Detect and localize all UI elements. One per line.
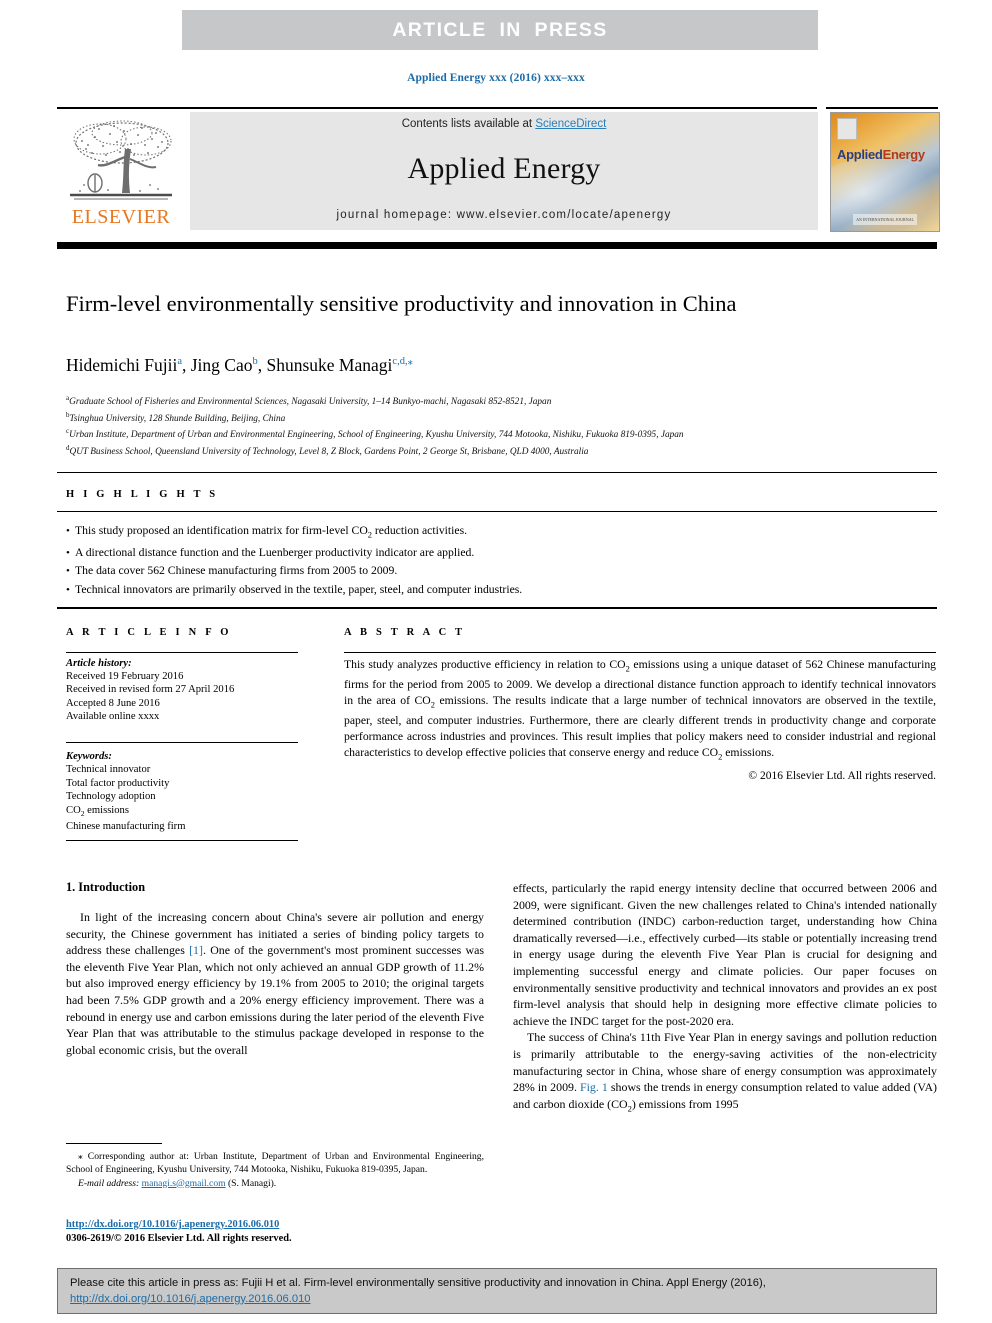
contents-lists-line: Contents lists available at ScienceDirec… bbox=[190, 118, 818, 130]
keywords-heading: Keywords: bbox=[66, 751, 112, 762]
intro-paragraph-left: In light of the increasing concern about… bbox=[66, 909, 484, 1058]
keywords-block: Keywords: Technical innovator Total fact… bbox=[66, 750, 306, 834]
journal-homepage-line[interactable]: journal homepage: www.elsevier.com/locat… bbox=[190, 209, 818, 221]
issn-copyright-line: 0306-2619/© 2016 Elsevier Ltd. All right… bbox=[66, 1233, 292, 1244]
author-name-2: Jing Cao bbox=[190, 355, 253, 375]
bullet-icon: • bbox=[66, 525, 70, 537]
highlight-item: • Technical innovators are primarily obse… bbox=[66, 581, 926, 600]
bullet-icon: • bbox=[66, 565, 70, 578]
article-history-item: Received in revised form 27 April 2016 bbox=[66, 684, 235, 696]
highlights-top-rule bbox=[57, 472, 937, 473]
sciencedirect-link[interactable]: ScienceDirect bbox=[535, 118, 606, 130]
bullet-icon: • bbox=[66, 583, 70, 596]
footnote-block: ⁎ Corresponding author at: Urban Institu… bbox=[66, 1150, 484, 1190]
author-sep-1: , bbox=[182, 355, 191, 375]
affiliation-text-a: Graduate School of Fisheries and Environ… bbox=[69, 397, 552, 408]
abstract-heading: A B S T R A C T bbox=[344, 627, 466, 638]
highlight-text: The data cover 562 Chinese manufacturing… bbox=[75, 564, 398, 578]
citation-footer-box: Please cite this article in press as: Fu… bbox=[57, 1268, 937, 1314]
keyword-item: Total factor productivity bbox=[66, 777, 170, 789]
footnote-marker-icon: ⁎ bbox=[78, 1151, 83, 1162]
keyword-item: Technology adoption bbox=[66, 791, 156, 803]
affiliation-d: dQUT Business School, Queensland Univers… bbox=[66, 442, 936, 459]
highlights-list: • This study proposed an identification m… bbox=[66, 522, 926, 599]
email-link[interactable]: managi.s@gmail.com bbox=[142, 1178, 226, 1189]
corresponding-author-note: ⁎ Corresponding author at: Urban Institu… bbox=[66, 1150, 484, 1177]
masthead-thick-rule bbox=[57, 242, 937, 249]
masthead-rule-right bbox=[826, 107, 938, 109]
cover-footer-text: AN INTERNATIONAL JOURNAL bbox=[853, 214, 917, 225]
author-name-3: Shunsuke Managi bbox=[266, 355, 393, 375]
bullet-icon: • bbox=[66, 546, 70, 559]
cover-title-applied: Applied bbox=[837, 147, 883, 162]
article-in-press-banner: ARTICLE IN PRESS bbox=[182, 10, 818, 50]
cover-title: AppliedEnergy bbox=[837, 147, 925, 162]
article-history-item: Accepted 8 June 2016 bbox=[66, 697, 160, 709]
affiliation-text-d: QUT Business School, Queensland Universi… bbox=[69, 447, 589, 458]
article-info-heading: A R T I C L E I N F O bbox=[66, 627, 232, 638]
masthead-rule-left bbox=[57, 107, 817, 109]
highlights-bottom-rule bbox=[57, 607, 937, 609]
corresponding-author-text: Corresponding author at: Urban Institute… bbox=[66, 1151, 485, 1176]
author-affil-mark-3: c,d,⁎ bbox=[392, 356, 413, 368]
article-history-item: Received 19 February 2016 bbox=[66, 671, 184, 683]
intro-paragraph-right-1-text: effects, particularly the rapid energy i… bbox=[513, 881, 937, 1028]
journal-cover-thumbnail: AppliedEnergy AN INTERNATIONAL JOURNAL bbox=[830, 112, 940, 232]
intro-paragraph-left-text: In light of the increasing concern about… bbox=[66, 910, 484, 1057]
highlight-text: A directional distance function and the … bbox=[75, 545, 475, 559]
affiliation-list: aGraduate School of Fisheries and Enviro… bbox=[66, 392, 936, 459]
keyword-item: Technical innovator bbox=[66, 764, 151, 776]
affiliation-text-b: Tsinghua University, 128 Shunde Building… bbox=[69, 413, 286, 424]
author-sep-2: , bbox=[257, 355, 267, 375]
highlight-item: • The data cover 562 Chinese manufacturin… bbox=[66, 562, 926, 581]
affiliation-c: cUrban Institute, Department of Urban an… bbox=[66, 425, 936, 442]
journal-running-head: Applied Energy xxx (2016) xxx–xxx bbox=[407, 72, 585, 84]
article-info-rule bbox=[66, 652, 298, 653]
journal-title: Applied Energy bbox=[407, 152, 601, 185]
highlight-item: • This study proposed an identification m… bbox=[66, 522, 926, 544]
footnote-rule bbox=[66, 1143, 162, 1144]
doi-link[interactable]: http://dx.doi.org/10.1016/j.apenergy.201… bbox=[66, 1219, 279, 1230]
email-note: E-mail address: managi.s@gmail.com (S. M… bbox=[66, 1177, 484, 1190]
cover-title-energy: Energy bbox=[882, 147, 926, 162]
article-history-item: Available online xxxx bbox=[66, 710, 160, 722]
page-title: Firm-level environmentally sensitive pro… bbox=[66, 291, 737, 316]
article-history-heading: Article history: bbox=[66, 658, 132, 669]
email-suffix: (S. Managi). bbox=[227, 1177, 277, 1189]
citation-doi-link[interactable]: http://dx.doi.org/10.1016/j.apenergy.201… bbox=[70, 1293, 311, 1305]
abstract-rule bbox=[344, 652, 936, 653]
paper-page: ARTICLE IN PRESS Applied Energy xxx (201… bbox=[0, 0, 992, 1323]
intro-paragraph-right-1: effects, particularly the rapid energy i… bbox=[513, 880, 937, 1029]
keyword-item: Chinese manufacturing firm bbox=[66, 821, 186, 833]
intro-paragraph-right-2: The success of China's 11th Five Year Pl… bbox=[513, 1029, 937, 1116]
highlight-item: • A directional distance function and the… bbox=[66, 544, 926, 563]
doi-block: http://dx.doi.org/10.1016/j.apenergy.201… bbox=[66, 1218, 484, 1246]
elsevier-wordmark: ELSEVIER bbox=[71, 206, 171, 228]
citation-text-body: Please cite this article in press as: Fu… bbox=[70, 1277, 766, 1289]
article-history-block: Article history: Received 19 February 20… bbox=[66, 657, 306, 723]
author-list: Hidemichi Fujiia, Jing Caob, Shunsuke Ma… bbox=[66, 355, 926, 376]
keywords-top-rule bbox=[66, 742, 298, 743]
affiliation-a: aGraduate School of Fisheries and Enviro… bbox=[66, 392, 936, 409]
affiliation-b: bTsinghua University, 128 Shunde Buildin… bbox=[66, 409, 936, 426]
intro-paragraph-right-2-text: The success of China's 11th Five Year Pl… bbox=[513, 1030, 937, 1114]
highlight-text: Technical innovators are primarily obser… bbox=[75, 582, 523, 596]
highlight-text: This study proposed an identification ma… bbox=[75, 524, 468, 540]
article-in-press-label: ARTICLE IN PRESS bbox=[392, 18, 608, 41]
citation-footer-text: Please cite this article in press as: Fu… bbox=[70, 1276, 924, 1307]
body-column-left: 1. Introduction In light of the increasi… bbox=[66, 880, 484, 1058]
body-column-right: effects, particularly the rapid energy i… bbox=[513, 880, 937, 1117]
abstract-copyright: © 2016 Elsevier Ltd. All rights reserved… bbox=[748, 770, 936, 782]
author-name-1: Hidemichi Fujii bbox=[66, 355, 178, 375]
affiliation-text-c: Urban Institute, Department of Urban and… bbox=[69, 430, 684, 441]
keywords-bottom-rule bbox=[66, 840, 298, 841]
section-heading-introduction: 1. Introduction bbox=[66, 880, 146, 894]
highlights-heading: H I G H L I G H T S bbox=[66, 489, 219, 500]
cover-elsevier-icon bbox=[837, 118, 857, 140]
email-label: E-mail address: bbox=[78, 1177, 140, 1189]
abstract-text: This study analyzes productive efficienc… bbox=[344, 658, 937, 762]
keyword-item: CO2 emissions bbox=[66, 804, 129, 818]
contents-lists-prefix: Contents lists available at bbox=[401, 118, 536, 130]
highlights-header-rule bbox=[57, 511, 937, 512]
